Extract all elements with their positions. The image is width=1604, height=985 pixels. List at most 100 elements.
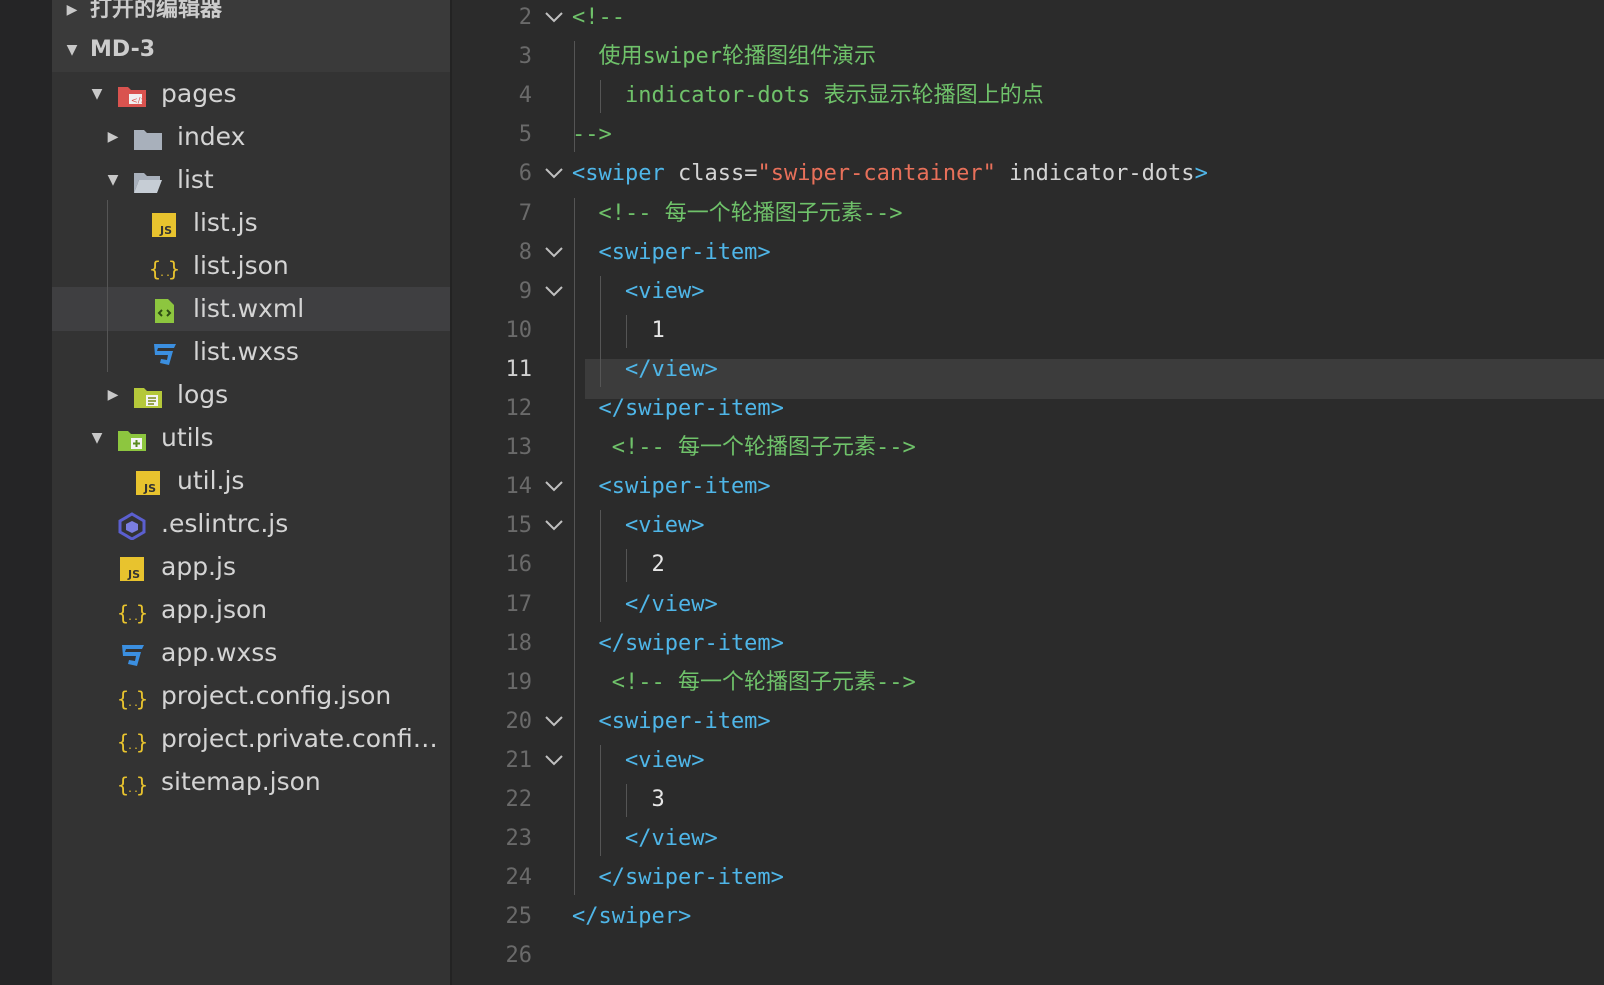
tree-item-app-js[interactable]: JS app.js (52, 545, 450, 589)
tree-item-sitemap-json[interactable]: {}.. sitemap.json (52, 760, 450, 804)
code-line[interactable]: 19 <!-- 每一个轮播图子元素--> (452, 663, 1604, 703)
tree-item-label: project.config.json (161, 681, 392, 710)
tree-item-label: app.js (161, 552, 236, 581)
code-line[interactable]: 13 <!-- 每一个轮播图子元素--> (452, 428, 1604, 468)
code-line[interactable]: 23 </view> (452, 819, 1604, 859)
line-number: 6 (518, 161, 532, 187)
tree-item-utils[interactable]: ▼ utils (52, 416, 450, 460)
code-line[interactable]: 20 <swiper-item> (452, 702, 1604, 742)
tree-item-logs[interactable]: ▶ logs (52, 373, 450, 417)
tree-item-list-json[interactable]: {}.. list.json (52, 244, 450, 288)
indent-guide (626, 784, 627, 818)
code-line[interactable]: 2 <!-- (452, 0, 1604, 38)
svg-text:..: .. (159, 268, 171, 279)
code-line[interactable]: 4 indicator-dots 表示显示轮播图上的点 (452, 76, 1604, 116)
code-line[interactable]: 3 使用swiper轮播图组件演示 (452, 37, 1604, 77)
code-token: <swiper (572, 161, 678, 187)
chevron-down-icon[interactable]: ▼ (87, 416, 107, 460)
code-line[interactable]: 7 <!-- 每一个轮播图子元素--> (452, 194, 1604, 234)
line-number: 21 (505, 747, 533, 773)
code-text: <view> (572, 506, 704, 546)
tree-item-eslintrc-js[interactable]: .eslintrc.js (52, 502, 450, 546)
tree-item-label: project.private.config.js... (161, 724, 450, 753)
line-number: 19 (505, 669, 533, 695)
folder-open-icon (133, 166, 163, 194)
line-number: 11 (505, 356, 533, 382)
indent-guide (600, 510, 601, 622)
code-text: <view> (572, 741, 704, 781)
indent-guide (626, 314, 627, 348)
line-number: 23 (505, 826, 533, 852)
code-line[interactable]: 16 2 (452, 545, 1604, 585)
tree-indent-guide (107, 200, 108, 372)
code-line[interactable]: 17 </view> (452, 585, 1604, 625)
tree-item-pages[interactable]: ▼ </> pages (52, 72, 450, 116)
code-line[interactable]: 11 </view> (452, 350, 1604, 390)
code-text: </view> (572, 819, 718, 859)
code-text: <swiper-item> (572, 467, 770, 507)
tree-item-app-json[interactable]: {}.. app.json (52, 588, 450, 632)
tree-item-list[interactable]: ▼ list (52, 158, 450, 202)
wxss-file-icon (117, 639, 147, 667)
line-number: 5 (518, 122, 532, 148)
code-text: <!-- 每一个轮播图子元素--> (572, 663, 916, 703)
tree-item-label: list.js (193, 208, 258, 237)
chevron-right-icon[interactable]: ▶ (103, 373, 123, 417)
code-token: </swiper-item> (572, 865, 784, 891)
project-header[interactable]: ▼ MD-3 (52, 28, 450, 72)
code-line[interactable]: 24 </swiper-item> (452, 858, 1604, 898)
tree-item-label: app.json (161, 595, 268, 624)
code-token: indicator-dots (995, 161, 1195, 187)
code-token: </swiper-item> (572, 396, 784, 421)
chevron-down-icon[interactable]: ▼ (87, 72, 107, 116)
js-file-icon: JS (149, 209, 179, 237)
code-line[interactable]: 12 </swiper-item> (452, 389, 1604, 429)
code-text: </view> (572, 350, 718, 390)
code-token: 3 (572, 787, 665, 812)
indent-guide (600, 275, 601, 387)
folder-pages-icon: </> (117, 80, 147, 108)
line-number: 3 (518, 44, 532, 70)
eslint-file-icon (117, 510, 147, 541)
code-line[interactable]: 21 <view> (452, 741, 1604, 781)
code-line[interactable]: 26 (452, 936, 1604, 976)
code-line[interactable]: 25 </swiper> (452, 897, 1604, 937)
svg-text:..: .. (127, 741, 139, 752)
tree-item-list-wxss[interactable]: list.wxss (52, 330, 450, 374)
code-token: <view> (572, 278, 705, 304)
code-token: 1 (572, 317, 665, 343)
code-text: 使用swiper轮播图组件演示 (572, 37, 875, 77)
code-line[interactable]: 14 <swiper-item> (452, 467, 1604, 507)
tree-item-app-wxss[interactable]: app.wxss (52, 631, 450, 675)
code-text: <swiper class="swiper-cantainer" indicat… (572, 154, 1208, 194)
code-line[interactable]: 5 --> (452, 115, 1604, 155)
code-editor[interactable]: 2 <!-- 3 使用swiper轮播图组件演示 4 indicator-dots 表… (452, 0, 1604, 985)
code-line[interactable]: 8 <swiper-item> (452, 233, 1604, 273)
tree-item-label: .eslintrc.js (161, 509, 289, 538)
code-line[interactable]: 15 <view> (452, 506, 1604, 546)
code-line[interactable]: 6 <swiper class="swiper-cantainer" indica… (452, 154, 1604, 194)
code-line[interactable]: 22 3 (452, 780, 1604, 820)
code-text: indicator-dots 表示显示轮播图上的点 (572, 76, 1044, 116)
js-file-icon: JS (117, 553, 147, 581)
code-line[interactable]: 9 <view> (452, 272, 1604, 312)
tree-item-index[interactable]: ▶ index (52, 115, 450, 159)
code-text: <!-- 每一个轮播图子元素--> (572, 194, 902, 234)
line-number: 20 (505, 708, 533, 734)
chevron-down-icon[interactable]: ▼ (103, 158, 123, 202)
json-file-icon: {}.. (149, 252, 180, 281)
tree-item-util-js[interactable]: JS util.js (52, 459, 450, 503)
code-line[interactable]: 18 </swiper-item> (452, 624, 1604, 664)
svg-text:..: .. (127, 784, 139, 795)
tree-item-project-config-json[interactable]: {}.. project.config.json (52, 674, 450, 718)
code-token: > (1194, 161, 1208, 187)
tree-item-list-wxml[interactable]: list.wxml (52, 287, 450, 331)
code-token: <view> (572, 747, 705, 773)
code-text: </swiper> (572, 897, 691, 937)
chevron-right-icon[interactable]: ▶ (103, 115, 123, 159)
tree-item-list-js[interactable]: JS list.js (52, 201, 450, 245)
line-number: 15 (505, 513, 533, 539)
code-text: 2 (572, 545, 664, 585)
code-line[interactable]: 10 1 (452, 311, 1604, 351)
tree-item-project-private-config-js[interactable]: {}.. project.private.config.js... (52, 717, 450, 761)
